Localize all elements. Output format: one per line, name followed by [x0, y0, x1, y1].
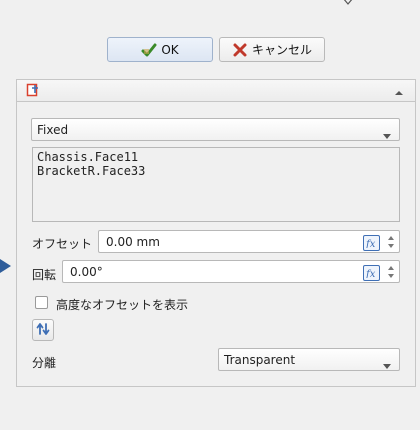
spin-arrows-icon[interactable]: [386, 233, 396, 251]
fx-expression-icon[interactable]: fx: [363, 235, 380, 251]
cancel-label: キャンセル: [251, 43, 312, 57]
advanced-offset-checkbox[interactable]: [35, 296, 48, 309]
ok-button[interactable]: OK: [107, 37, 213, 62]
chevron-down-icon: [383, 358, 391, 369]
separation-select[interactable]: Transparent: [218, 348, 400, 371]
flip-button[interactable]: [32, 319, 54, 341]
list-item[interactable]: BracketR.Face33: [37, 164, 395, 178]
svg-text:fx: fx: [366, 239, 376, 248]
chevron-down-icon: [341, 0, 355, 8]
green-check-icon: [141, 42, 157, 58]
offset-input[interactable]: 0.00 mm fx: [98, 230, 400, 253]
advanced-offset-label[interactable]: 高度なオフセットを表示: [56, 296, 188, 313]
separation-value: Transparent: [224, 352, 296, 367]
flip-arrows-icon: [36, 322, 50, 339]
attachment-logo-icon: [26, 83, 40, 97]
chevron-up-icon[interactable]: [394, 86, 404, 95]
offset-label: オフセット: [32, 237, 93, 251]
attachment-mode-value: Fixed: [37, 122, 69, 137]
rotation-label: 回転: [32, 268, 57, 282]
blue-arrow-icon: [0, 258, 12, 274]
red-x-icon: [232, 42, 248, 58]
panel-header[interactable]: [17, 80, 415, 102]
cancel-button[interactable]: キャンセル: [219, 37, 325, 62]
chevron-down-icon: [383, 128, 391, 139]
offset-value: 0.00 mm: [106, 235, 160, 249]
svg-text:fx: fx: [366, 269, 376, 278]
separation-label: 分離: [32, 356, 57, 370]
rotation-value: 0.00°: [70, 265, 103, 279]
attachment-mode-select[interactable]: Fixed: [31, 118, 400, 141]
list-item[interactable]: Chassis.Face11: [37, 150, 395, 164]
ok-label: OK: [161, 42, 179, 57]
spin-arrows-icon[interactable]: [386, 263, 396, 281]
rotation-input[interactable]: 0.00° fx: [62, 260, 400, 283]
references-list[interactable]: Chassis.Face11 BracketR.Face33: [32, 147, 400, 222]
fx-expression-icon[interactable]: fx: [363, 265, 380, 281]
